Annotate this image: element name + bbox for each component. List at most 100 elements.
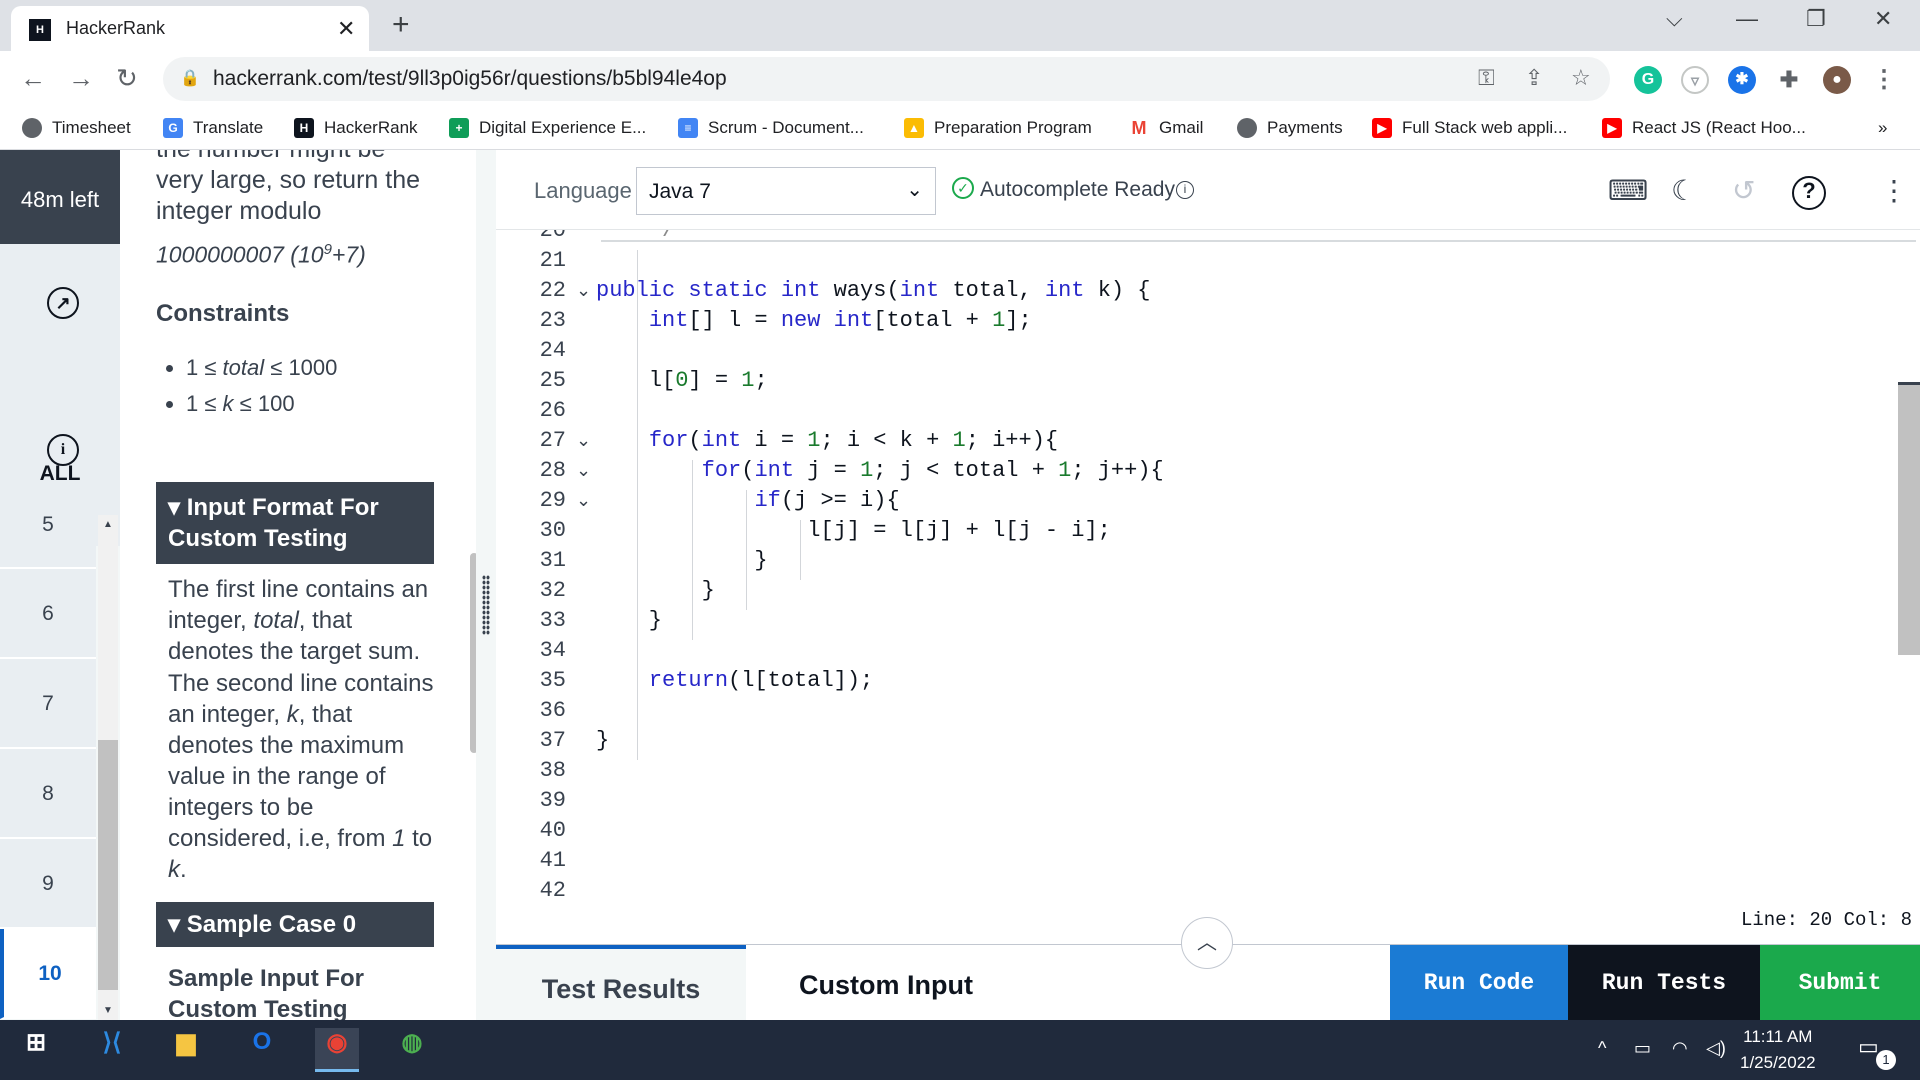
line-number: 34 (539, 638, 566, 663)
line-number: 30 (539, 518, 566, 543)
question-5[interactable]: 5 (0, 514, 96, 569)
nav-scrollbar-thumb[interactable] (98, 740, 118, 990)
tab-close-icon[interactable]: ✕ (337, 16, 355, 42)
editor-scrollbar[interactable] (1898, 385, 1920, 655)
extensions-puzzle-icon[interactable]: ✚ (1775, 66, 1803, 94)
new-tab-button[interactable]: + (392, 8, 410, 42)
scroll-up-icon[interactable]: ▲ (103, 519, 113, 530)
chrome-icon[interactable]: ◉ (315, 1028, 359, 1072)
browser-menu-icon[interactable]: ⋮ (1870, 66, 1898, 94)
info-icon[interactable]: i (1176, 181, 1194, 199)
keyboard-icon[interactable]: ⌨ (1608, 174, 1648, 207)
bookmark-react-js[interactable]: ▶ React JS (React Hoo... (1602, 115, 1806, 141)
globe-icon (1237, 118, 1257, 138)
taskbar-clock[interactable]: 11:11 AM 1/25/2022 (1740, 1024, 1816, 1076)
translate-icon: G (163, 118, 183, 138)
outlook-icon[interactable]: O (240, 1028, 284, 1072)
help-icon[interactable]: ? (1792, 176, 1826, 210)
code-line: l[0] = 1; (596, 368, 768, 393)
question-9[interactable]: 9 (0, 839, 96, 929)
code-line: l[j] = l[j] + l[j - i]; (596, 518, 1111, 543)
code-editor-panel: Language Java 7 ⌄ ✓ Autocomplete Ready i… (496, 150, 1920, 1020)
chevron-up-icon[interactable]: ︿ (1181, 917, 1233, 969)
submit-button[interactable]: Submit (1760, 945, 1920, 1020)
bookmark-digital-experience[interactable]: + Digital Experience E... (449, 115, 646, 141)
run-code-button[interactable]: Run Code (1390, 945, 1568, 1020)
shield-extension-icon[interactable]: ▿ (1681, 66, 1709, 94)
code-line: } (596, 548, 768, 573)
code-area[interactable]: */ public static int ways(int total, int… (596, 230, 1896, 950)
question-7[interactable]: 7 (0, 659, 96, 749)
bookmark-payments[interactable]: Payments (1237, 115, 1343, 141)
file-explorer-icon[interactable]: ▆ (164, 1028, 208, 1072)
wifi-icon[interactable]: ◠ (1672, 1038, 1688, 1059)
sample-case-heading[interactable]: ▾ Sample Case 0 (156, 902, 434, 947)
code-line: public static int ways(int total, int k)… (596, 278, 1151, 303)
fold-chevron-icon[interactable]: ⌄ (576, 460, 591, 481)
bookmark-translate[interactable]: G Translate (163, 115, 263, 141)
history-icon[interactable]: ↺ (1732, 174, 1755, 207)
bookmark-gmail[interactable]: M Gmail (1129, 115, 1203, 141)
forward-icon[interactable]: → (68, 63, 94, 94)
restore-button[interactable]: ❐ (1806, 6, 1826, 32)
bookmark-full-stack[interactable]: ▶ Full Stack web appli... (1372, 115, 1567, 141)
constraint-item: 1 ≤ k ≤ 100 (186, 386, 337, 422)
compass-icon[interactable]: ↗ (47, 287, 79, 319)
fold-chevron-icon[interactable]: ⌄ (576, 490, 591, 511)
input-format-heading[interactable]: ▾ Input Format For Custom Testing (156, 482, 434, 564)
question-6[interactable]: 6 (0, 569, 96, 659)
fold-chevron-icon[interactable]: ⌄ (576, 280, 591, 301)
fold-chevron-icon[interactable]: ⌄ (576, 430, 591, 451)
close-window-button[interactable]: ✕ (1874, 6, 1892, 32)
tray-chevron-up-icon[interactable]: ^ (1598, 1038, 1606, 1059)
url-bar[interactable]: 🔒 hackerrank.com/test/9ll3p0ig56r/questi… (163, 57, 1610, 101)
grammarly-extension-icon[interactable]: G (1634, 66, 1662, 94)
language-select[interactable]: Java 7 ⌄ (636, 167, 936, 215)
minimize-button[interactable]: — (1736, 6, 1758, 32)
code-line: int[] l = new int[total + 1]; (648, 308, 1032, 333)
panel-splitter[interactable] (476, 150, 496, 1020)
more-options-icon[interactable]: ⋮ (1880, 174, 1908, 207)
code-line: return(l[total]); (648, 668, 874, 693)
modulo-text: 1000000007 (109+7) (156, 241, 366, 268)
windows-start-icon[interactable]: ⊞ (14, 1028, 58, 1072)
vscode-icon[interactable]: ⟩⟨ (90, 1028, 134, 1072)
url-text[interactable]: hackerrank.com/test/9ll3p0ig56r/question… (213, 67, 727, 91)
share-icon[interactable]: ⇪ (1525, 65, 1543, 91)
bookmarks-bar: Timesheet G Translate H HackerRank + Digita… (0, 107, 1920, 150)
back-icon[interactable]: ← (20, 63, 46, 94)
nav-section: ↗ ALL i (0, 244, 120, 546)
lock-icon[interactable]: 🔒 (180, 68, 200, 88)
time-left: 48m left (0, 150, 120, 244)
info-icon[interactable]: i (47, 434, 79, 466)
dark-mode-moon-icon[interactable]: ☾ (1671, 174, 1696, 207)
run-tests-button[interactable]: Run Tests (1568, 945, 1760, 1020)
tab-search-icon[interactable]: ⌵ (1666, 6, 1683, 32)
tab-test-results[interactable]: Test Results (496, 945, 746, 1020)
volume-icon[interactable]: ◁) (1706, 1038, 1726, 1059)
nav-scrollbar[interactable]: ▲ ▼ (98, 515, 118, 1020)
bookmark-preparation-program[interactable]: ▲ Preparation Program (904, 115, 1092, 141)
bookmark-star-icon[interactable]: ☆ (1571, 65, 1591, 91)
line-number: 32 (539, 578, 566, 603)
question-10-active[interactable]: 10 (0, 929, 96, 1019)
bookmarks-overflow-button[interactable]: » (1878, 115, 1887, 141)
extension-blue-icon[interactable]: ✱ (1728, 66, 1756, 94)
bookmark-hackerrank[interactable]: H HackerRank (294, 115, 418, 141)
profile-avatar[interactable]: ● (1823, 66, 1851, 94)
question-8[interactable]: 8 (0, 749, 96, 839)
app-globe-icon[interactable]: ◍ (390, 1028, 434, 1072)
hackerrank-test-page: 48m left ↗ ALL i 5 6 7 8 9 10 ▲ ▼ the nu… (0, 150, 1920, 1020)
bookmark-timesheet[interactable]: Timesheet (22, 115, 131, 141)
gmail-icon: M (1129, 118, 1149, 138)
bookmark-scrum-document[interactable]: ≡ Scrum - Document... (678, 115, 864, 141)
chevron-down-icon: ⌄ (906, 179, 923, 201)
scroll-down-icon[interactable]: ▼ (103, 1005, 113, 1016)
battery-icon[interactable]: ▭ (1634, 1038, 1651, 1059)
reload-icon[interactable]: ↻ (116, 63, 138, 94)
key-icon[interactable]: ⚿ (1478, 65, 1495, 91)
tab-custom-input[interactable]: Custom Input (746, 945, 1026, 1020)
drag-handle-icon[interactable] (482, 575, 490, 635)
line-number: 20 (539, 230, 566, 243)
browser-tab-active[interactable]: H HackerRank ✕ (11, 6, 369, 51)
